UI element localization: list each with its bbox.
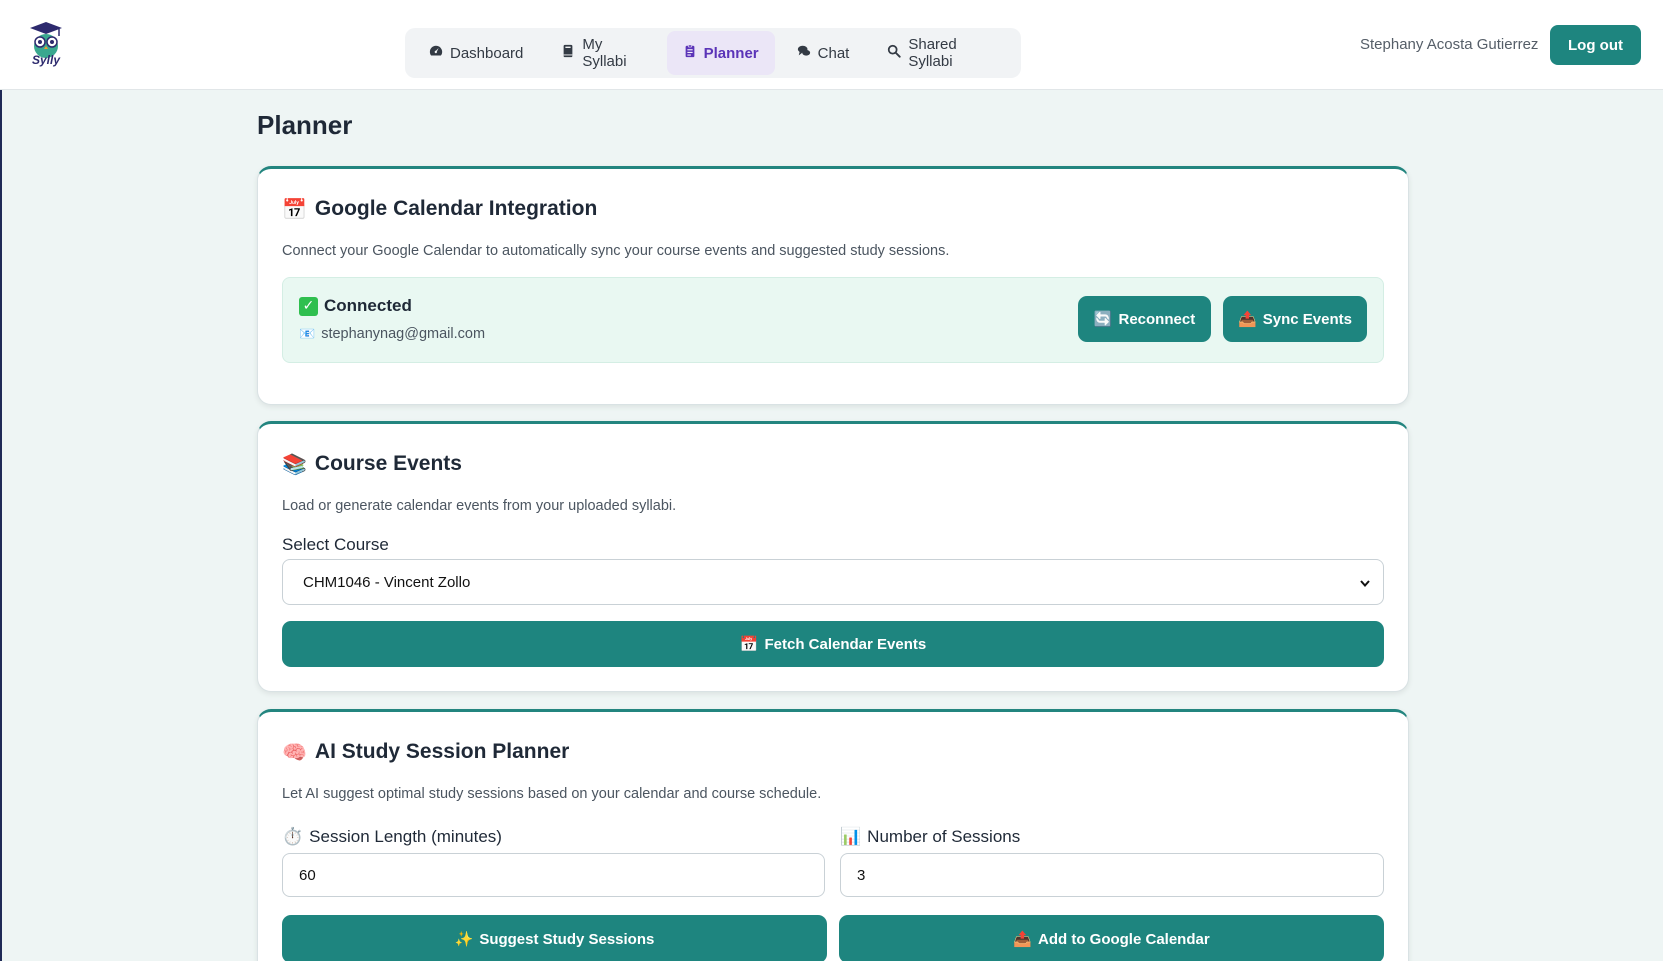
reconnect-label: Reconnect [1118, 310, 1196, 328]
page-title: Planner [257, 110, 353, 140]
gauge-icon [429, 44, 443, 62]
bar-chart-icon: 📊 [840, 827, 862, 847]
check-icon: ✓ [299, 296, 318, 316]
nav-item-my-syllabi[interactable]: My Syllabi [545, 31, 660, 75]
fetch-label: Fetch Calendar Events [764, 635, 927, 653]
comments-icon [797, 44, 811, 62]
connection-status-text: Connected [324, 296, 412, 315]
add-to-google-calendar-button[interactable]: 📤 Add to Google Calendar [839, 915, 1384, 961]
nav-item-shared-syllabi[interactable]: Shared Syllabi [871, 31, 1013, 75]
number-of-sessions-label-text: Number of Sessions [867, 827, 1021, 846]
nav-item-label: My Syllabi [582, 36, 627, 70]
session-length-input[interactable]: 60 [282, 853, 825, 897]
books-icon: 📚 [282, 452, 307, 476]
session-length-label-text: Session Length (minutes) [309, 827, 502, 846]
nav-item-chat[interactable]: Chat [781, 31, 866, 75]
main-nav: Dashboard My Syllabi Planner Chat Shared… [405, 28, 1021, 78]
window-left-edge [0, 90, 2, 961]
study-planner-title: 🧠 AI Study Session Planner [282, 740, 569, 764]
nav-item-dashboard[interactable]: Dashboard [413, 31, 539, 75]
search-icon [887, 44, 901, 62]
fetch-calendar-events-button[interactable]: 📅 Fetch Calendar Events [282, 621, 1384, 667]
number-of-sessions-input[interactable]: 3 [840, 853, 1384, 897]
select-course-label: Select Course [282, 535, 389, 554]
calendar-icon: 📅 [739, 635, 759, 653]
book-icon [561, 44, 575, 62]
card-title-text: Course Events [314, 452, 462, 475]
refresh-icon: 🔄 [1093, 310, 1113, 328]
stopwatch-icon: ⏱️ [282, 827, 304, 847]
sparkles-icon: ✨ [454, 930, 474, 948]
suggest-study-sessions-button[interactable]: ✨ Suggest Study Sessions [282, 915, 827, 961]
nav-item-label: Dashboard [450, 44, 524, 62]
sync-events-label: Sync Events [1262, 310, 1352, 328]
brain-icon: 🧠 [282, 740, 307, 764]
sync-events-button[interactable]: 📤 Sync Events [1223, 296, 1367, 342]
number-of-sessions-label: 📊 Number of Sessions [840, 827, 1020, 847]
calendar-icon: 📅 [282, 197, 307, 221]
session-length-label: ⏱️ Session Length (minutes) [282, 827, 502, 847]
course-events-title: 📚 Course Events [282, 452, 462, 476]
clipboard-icon [683, 44, 697, 62]
connection-status: ✓ Connected [299, 296, 412, 316]
course-events-description: Load or generate calendar events from yo… [282, 498, 677, 514]
top-header: Sylly Dashboard My Syllabi Planner Chat [0, 0, 1663, 90]
add-label: Add to Google Calendar [1038, 930, 1210, 948]
outbox-icon: 📤 [1238, 310, 1257, 328]
connection-status-box: ✓ Connected 📧 stephanynag@gmail.com 🔄 Re… [282, 277, 1384, 363]
logout-button[interactable]: Log out [1550, 25, 1641, 65]
nav-item-label: Planner [703, 44, 759, 62]
study-planner-description: Let AI suggest optimal study sessions ba… [282, 786, 822, 802]
outbox-icon: 📤 [1013, 930, 1032, 948]
suggest-label: Suggest Study Sessions [479, 930, 655, 948]
card-title-text: Google Calendar Integration [314, 197, 598, 220]
card-title-text: AI Study Session Planner [314, 740, 570, 763]
course-events-card: 📚 Course Events Load or generate calenda… [257, 421, 1409, 692]
nav-item-label: Shared Syllabi [908, 36, 957, 70]
calendar-integration-description: Connect your Google Calendar to automati… [282, 243, 950, 259]
connected-email: 📧 stephanynag@gmail.com [299, 326, 485, 342]
course-select-value: CHM1046 - Vincent Zollo [303, 573, 471, 591]
nav-item-label: Chat [817, 44, 850, 62]
user-name: Stephany Acosta Gutierrez [1360, 36, 1539, 53]
study-planner-card: 🧠 AI Study Session Planner Let AI sugges… [257, 709, 1409, 961]
email-text: stephanynag@gmail.com [321, 326, 486, 342]
nav-item-planner[interactable]: Planner [666, 31, 775, 75]
course-select[interactable]: CHM1046 - Vincent Zollo [282, 559, 1384, 605]
logo-text: Sylly [31, 53, 61, 67]
calendar-integration-card: 📅 Google Calendar Integration Connect yo… [257, 166, 1409, 405]
chevron-down-icon [1359, 576, 1371, 588]
envelope-icon: 📧 [299, 326, 316, 342]
reconnect-button[interactable]: 🔄 Reconnect [1078, 296, 1211, 342]
calendar-integration-title: 📅 Google Calendar Integration [282, 197, 597, 221]
